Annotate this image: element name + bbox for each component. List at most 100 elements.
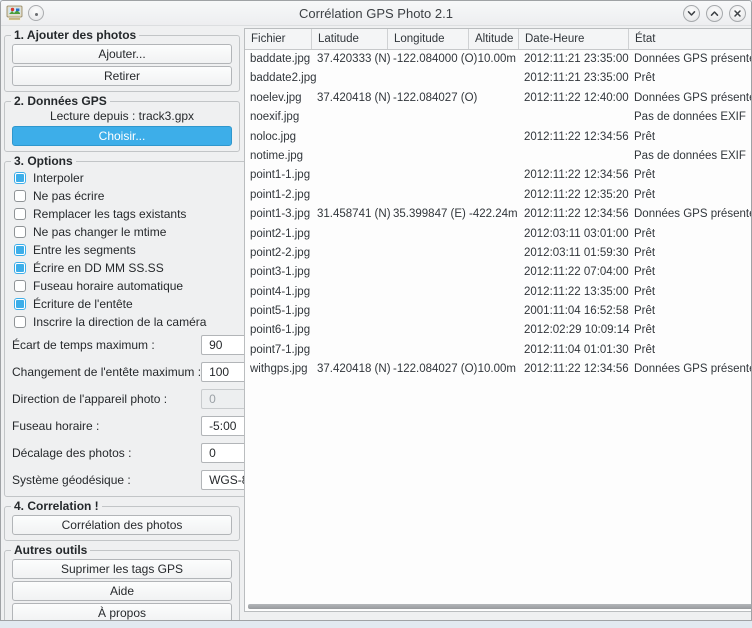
column-header-etat[interactable]: État: [629, 29, 752, 49]
table-row[interactable]: withgps.jpg 37.420418 (N) -122.084027 (O…: [245, 360, 752, 379]
table-row[interactable]: baddate2.jpg 2012:11:21 23:35:00 Prêt: [245, 69, 752, 88]
table-row[interactable]: point5-1.jpg 2001:11:04 16:52:58 Prêt: [245, 302, 752, 321]
cell-latitude: [312, 321, 388, 340]
field-label: Système géodésique :: [12, 473, 131, 487]
other-tools-group: Autres outils Suprimer les tags GPS Aide…: [4, 543, 240, 621]
cell-fichier: point1-1.jpg: [245, 166, 312, 185]
table-row[interactable]: point4-1.jpg 2012:11:22 13:35:00 Prêt: [245, 283, 752, 302]
table-row[interactable]: notime.jpg Pas de données EXIF: [245, 147, 752, 166]
option-row[interactable]: Fuseau horaire automatique: [14, 277, 257, 295]
cell-altitude: [469, 186, 519, 205]
cell-fichier: noelev.jpg: [245, 89, 312, 108]
table-row[interactable]: noexif.jpg Pas de données EXIF: [245, 108, 752, 127]
cell-fichier: point7-1.jpg: [245, 341, 312, 360]
checkbox-label: Écrire en DD MM SS.SS: [33, 261, 164, 275]
table-row[interactable]: point1-3.jpg 31.458741 (N) 35.399847 (E)…: [245, 205, 752, 224]
horizontal-scrollbar[interactable]: [248, 604, 752, 609]
cell-latitude: 37.420418 (N): [312, 360, 388, 379]
cell-etat: Données GPS présentes: [629, 360, 752, 379]
close-button[interactable]: [729, 5, 746, 22]
field-label: Direction de l'appareil photo :: [12, 392, 167, 406]
cell-longitude: [388, 108, 469, 127]
table-row[interactable]: point3-1.jpg 2012:11:22 07:04:00 Prêt: [245, 263, 752, 282]
cell-altitude: [469, 225, 519, 244]
checkbox-icon[interactable]: [14, 262, 26, 274]
option-row[interactable]: Interpoler: [14, 169, 257, 187]
cell-etat: Prêt: [629, 244, 752, 263]
checkbox-icon[interactable]: [14, 298, 26, 310]
cell-latitude: [312, 283, 388, 302]
cell-altitude: [469, 147, 519, 166]
table-row[interactable]: point1-1.jpg 2012:11:22 12:34:56 Prêt: [245, 166, 752, 185]
checkbox-icon[interactable]: [14, 190, 26, 202]
column-header-fichier[interactable]: Fichier: [245, 29, 312, 49]
cell-date: 2012:11:22 12:40:00: [519, 89, 629, 108]
minimize-button[interactable]: [683, 5, 700, 22]
chevron-up-icon: [709, 8, 720, 19]
choose-gps-button[interactable]: Choisir...: [12, 126, 232, 146]
checkbox-icon[interactable]: [14, 208, 26, 220]
cell-etat: Prêt: [629, 69, 752, 88]
cell-etat: Pas de données EXIF: [629, 147, 752, 166]
table-row[interactable]: point6-1.jpg 2012:02:29 10:09:14 Prêt: [245, 321, 752, 340]
window-menu-button[interactable]: [28, 5, 44, 21]
cell-etat: Prêt: [629, 321, 752, 340]
table-row[interactable]: noelev.jpg 37.420418 (N) -122.084027 (O)…: [245, 89, 752, 108]
cell-latitude: [312, 225, 388, 244]
other-tools-buttons: Suprimer les tags GPS Aide À propos: [10, 559, 234, 621]
option-row[interactable]: Ne pas changer le mtime: [14, 223, 257, 241]
add-photos-button[interactable]: Ajouter...: [12, 44, 232, 64]
checkbox-icon[interactable]: [14, 280, 26, 292]
cell-longitude: [388, 186, 469, 205]
tool-button[interactable]: Suprimer les tags GPS: [12, 559, 232, 579]
tool-button[interactable]: À propos: [12, 603, 232, 621]
table-row[interactable]: noloc.jpg 2012:11:22 12:34:56 Prêt: [245, 128, 752, 147]
tool-button[interactable]: Aide: [12, 581, 232, 601]
checkbox-icon[interactable]: [14, 226, 26, 238]
cell-date: 2012:11:21 23:35:00: [519, 50, 629, 69]
cell-etat: Données GPS présentes: [629, 50, 752, 69]
cell-date: 2012:03:11 01:59:30: [519, 244, 629, 263]
checkbox-label: Ne pas écrire: [33, 189, 104, 203]
checkbox-icon[interactable]: [14, 172, 26, 184]
cell-latitude: [312, 263, 388, 282]
control-panel: 1. Ajouter des photos Ajouter... Retirer…: [1, 26, 242, 621]
cell-fichier: noexif.jpg: [245, 108, 312, 127]
checkbox-label: Écriture de l'entête: [33, 297, 133, 311]
option-row[interactable]: Inscrire la direction de la caméra: [14, 313, 257, 331]
option-row[interactable]: Écrire en DD MM SS.SS: [14, 259, 257, 277]
cell-etat: Prêt: [629, 128, 752, 147]
maximize-button[interactable]: [706, 5, 723, 22]
cell-etat: Prêt: [629, 186, 752, 205]
cell-date: 2012:11:22 12:34:56: [519, 205, 629, 224]
cell-altitude: [469, 283, 519, 302]
column-header-latitude[interactable]: Latitude: [312, 29, 388, 49]
remove-photos-button[interactable]: Retirer: [12, 66, 232, 86]
checkbox-icon[interactable]: [14, 244, 26, 256]
cell-fichier: baddate.jpg: [245, 50, 312, 69]
table-row[interactable]: point7-1.jpg 2012:11:04 01:01:30 Prêt: [245, 341, 752, 360]
option-row[interactable]: Entre les segments: [14, 241, 257, 259]
column-header-longitude[interactable]: Longitude: [388, 29, 469, 49]
cell-fichier: noloc.jpg: [245, 128, 312, 147]
checkbox-label: Remplacer les tags existants: [33, 207, 186, 221]
add-photos-group: 1. Ajouter des photos Ajouter... Retirer: [4, 28, 240, 92]
column-header-date[interactable]: Date-Heure: [519, 29, 629, 49]
table-row[interactable]: point2-1.jpg 2012:03:11 03:01:00 Prêt: [245, 225, 752, 244]
option-row[interactable]: Remplacer les tags existants: [14, 205, 257, 223]
cell-date: 2012:11:22 12:34:56: [519, 128, 629, 147]
cell-date: 2012:11:22 07:04:00: [519, 263, 629, 282]
cell-altitude: [469, 69, 519, 88]
app-icon: [6, 5, 24, 22]
option-row[interactable]: Écriture de l'entête: [14, 295, 257, 313]
application-window: Corrélation GPS Photo 2.1 1.: [0, 0, 752, 621]
table-row[interactable]: baddate.jpg 37.420333 (N) -122.084000 (O…: [245, 50, 752, 69]
cell-latitude: 31.458741 (N): [312, 205, 388, 224]
option-row[interactable]: Ne pas écrire: [14, 187, 257, 205]
correlate-photos-button[interactable]: Corrélation des photos: [12, 515, 232, 535]
column-header-altitude[interactable]: Altitude: [469, 29, 519, 49]
table-row[interactable]: point2-2.jpg 2012:03:11 01:59:30 Prêt: [245, 244, 752, 263]
table-row[interactable]: point1-2.jpg 2012:11:22 12:35:20 Prêt: [245, 186, 752, 205]
cell-fichier: point6-1.jpg: [245, 321, 312, 340]
checkbox-icon[interactable]: [14, 316, 26, 328]
